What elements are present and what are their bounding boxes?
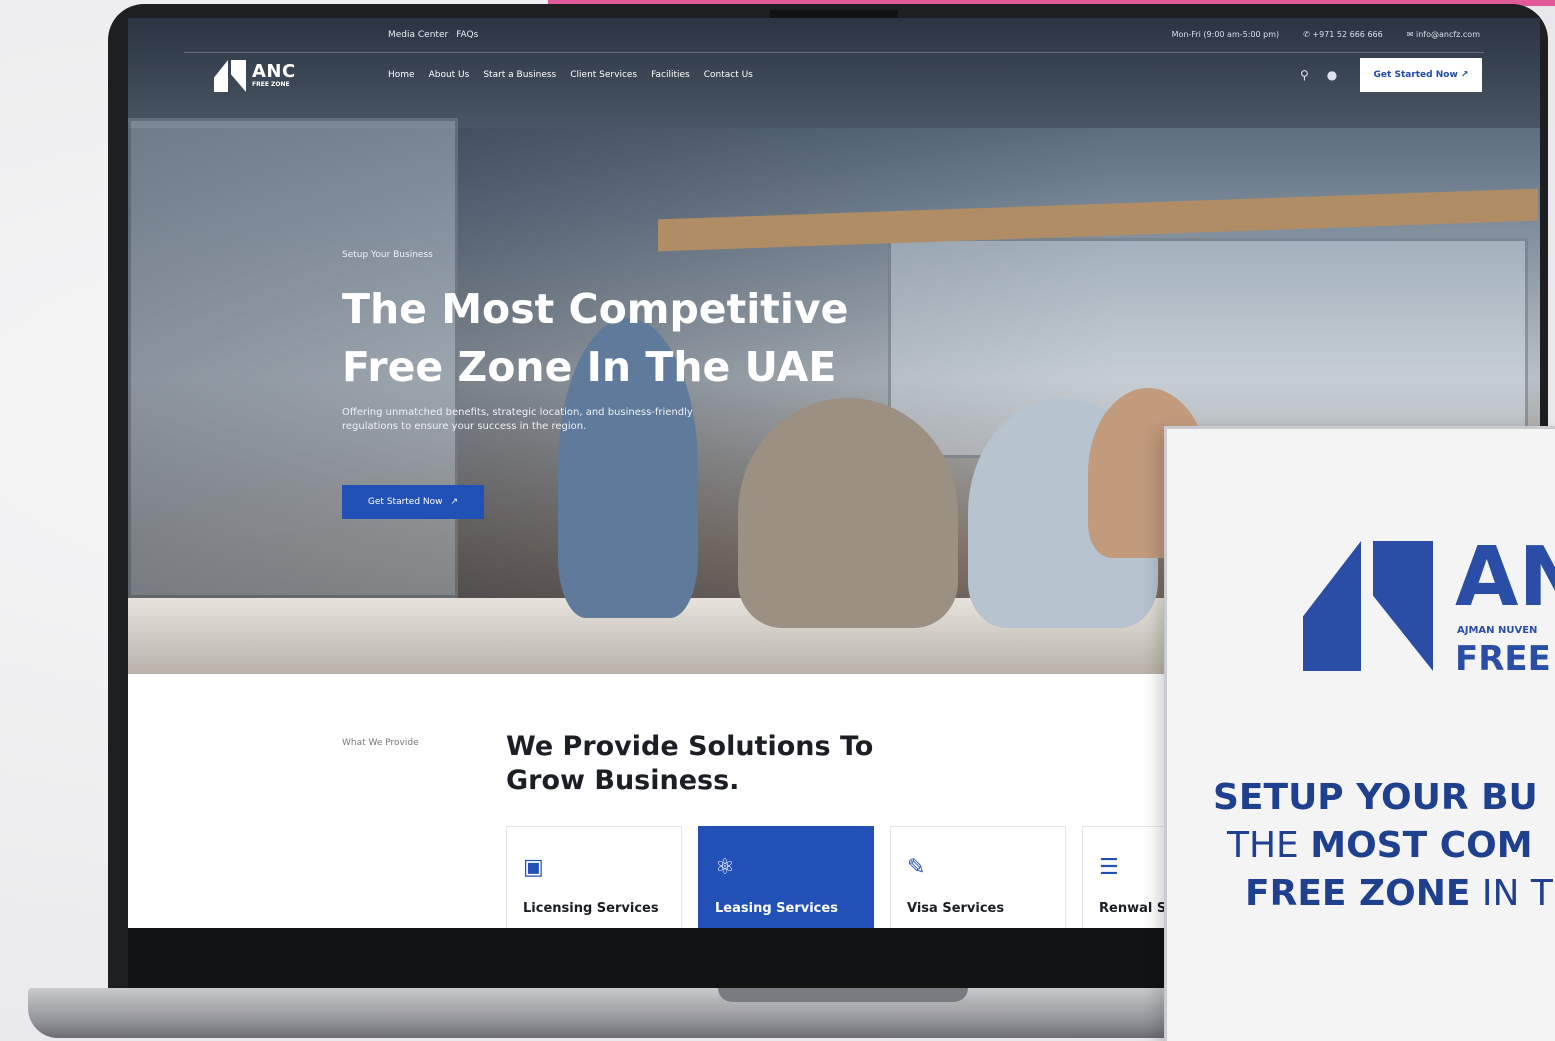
mockup-stage: Media Center FAQs Mon-Fri (9:00 am-5:00 … [0,0,1555,1041]
service-card-label: Leasing Services [715,901,838,916]
service-card-label: Visa Services [907,901,1005,916]
hero-title-line1: The Most Competitive [342,285,849,333]
renewal-icon: ☰ [1099,855,1119,880]
hero-window-right [888,238,1528,458]
arrow-up-right-icon: ↗ [450,497,459,507]
solutions-title: We Provide Solutions To Grow Business. [506,730,906,798]
banner-logo-text: AN [1455,530,1555,625]
hero-title: The Most Competitive Free Zone In The UA… [342,280,902,396]
top-bar: Media Center FAQs Mon-Fri (9:00 am-5:00 … [128,18,1540,52]
logo-name: ANC [252,61,296,82]
banner-line3: FREE ZONE IN T [1245,873,1553,914]
office-hours: Mon-Fri (9:00 am-5:00 pm) [1171,30,1280,39]
faqs-link[interactable]: FAQs [456,30,478,40]
get-started-hero-button[interactable]: Get Started Now ↗ [342,485,484,519]
banner-logo-icon [1303,541,1433,671]
service-card-licensing[interactable]: ▣ Licensing Services [506,826,682,928]
service-card-label: Renwal S [1099,901,1167,916]
get-started-header-button[interactable]: Get Started Now ↗ [1360,58,1482,92]
nav-about-us[interactable]: About Us [429,70,470,80]
nav-contact-us[interactable]: Contact Us [704,70,753,80]
service-cards: ▣ Licensing Services ⚛ Leasing Services … [506,826,1258,928]
banner-line2-bold: MOST COM [1310,825,1533,866]
nav-home[interactable]: Home [388,70,415,80]
top-links: Media Center FAQs [388,30,478,40]
solutions-title-line1: We Provide Solutions To [506,731,874,762]
email-link[interactable]: ✉ info@ancfz.com [1407,30,1480,39]
banner-line3-bold: FREE ZONE [1245,873,1471,914]
banner-line2: THE MOST COM [1227,825,1533,866]
logo-tagline: FREE ZONE [252,81,290,88]
phone-number: +971 52 666 666 [1312,30,1383,39]
service-card-label: Licensing Services [523,901,659,916]
hero-description: Offering unmatched benefits, strategic l… [342,407,693,432]
hero-kicker: Setup Your Business [342,250,433,260]
topbar-divider [184,52,1484,53]
site-logo[interactable]: ANC FREE ZONE [214,60,296,92]
banner-logo-subtitle: AJMAN NUVEN [1457,625,1538,636]
banner-line3-light: IN T [1470,873,1553,914]
globe-icon[interactable]: ● [1327,68,1337,82]
solutions-title-line2: Grow Business. [506,765,740,796]
media-center-link[interactable]: Media Center [388,30,448,40]
laptop-lip [718,988,968,1002]
nav-start-a-business[interactable]: Start a Business [483,70,556,80]
service-card-leasing[interactable]: ⚛ Leasing Services [698,826,874,928]
laptop-base [28,988,1218,1038]
nav-client-services[interactable]: Client Services [570,70,637,80]
banner-line2-light: THE [1227,825,1311,866]
leasing-icon: ⚛ [715,855,735,880]
solutions-kicker: What We Provide [342,738,419,748]
person-seated-man [738,398,958,628]
main-nav: Home About Us Start a Business Client Se… [388,70,753,80]
nav-facilities[interactable]: Facilities [651,70,690,80]
visa-icon: ✎ [907,855,926,880]
phone-link[interactable]: ✆ +971 52 666 666 [1303,30,1383,39]
banner-line1: SETUP YOUR BU [1213,777,1538,818]
banner-logo-free: FREE [1455,639,1551,679]
license-icon: ▣ [523,855,544,880]
hero-cta-label: Get Started Now [367,497,443,507]
nav-icons: ⚲ ● [1300,68,1337,82]
service-card-visa[interactable]: ✎ Visa Services [890,826,1066,928]
email-address: info@ancfz.com [1415,30,1480,39]
search-icon[interactable]: ⚲ [1300,68,1309,82]
hero-title-line2: Free Zone In The UAE [342,343,837,391]
rollup-banner: AN AJMAN NUVEN FREE SETUP YOUR BU THE MO… [1164,426,1555,1041]
anc-logo-icon [214,60,246,92]
contact-info: Mon-Fri (9:00 am-5:00 pm) ✆ +971 52 666 … [1172,30,1480,39]
